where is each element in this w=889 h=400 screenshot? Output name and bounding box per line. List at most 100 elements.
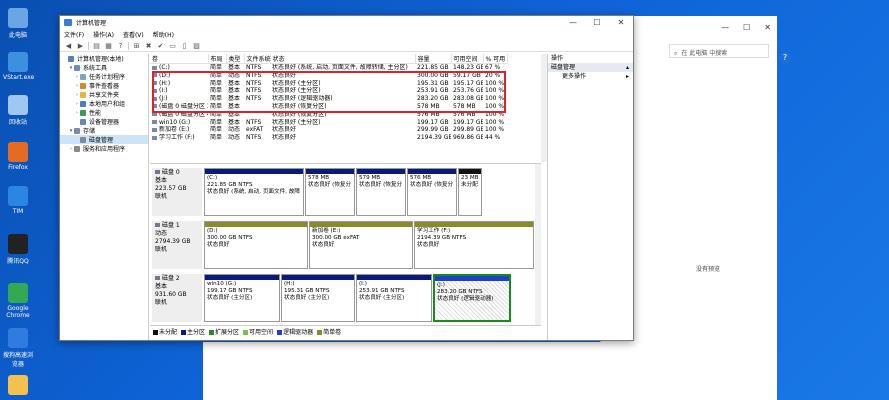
properties-icon[interactable]: ▦ (104, 42, 113, 50)
connect-icon[interactable]: ⊞ (132, 42, 141, 50)
column-header[interactable]: 卷 (150, 54, 209, 64)
partition-block[interactable]: 579 MB 状态良好 (恢复分 (356, 168, 406, 216)
desktop-icon[interactable]: 回收站 (3, 95, 33, 126)
partition-text: 579 MB (359, 175, 381, 181)
menu-item[interactable]: 文件(F) (64, 30, 84, 39)
check-icon[interactable]: ✔ (156, 42, 165, 50)
desktop-icon[interactable] (3, 375, 33, 397)
action-more-actions[interactable]: 更多操作 ▸ (548, 72, 633, 81)
tree-item[interactable]: 磁盘管理 (60, 135, 148, 144)
partition-text: 状态良好 (207, 242, 230, 248)
table-row[interactable]: 新加卷 (E:) 简单 动态 exFAT 状态良好 299.99 GB 299.89 GB 1… (150, 126, 507, 134)
cell-text: 状态良好 (272, 126, 297, 134)
disk-label-text: 基本 (155, 177, 168, 184)
help-icon[interactable]: ? (779, 52, 791, 64)
disk-label-line: 磁盘 1 (155, 222, 199, 230)
menu-item[interactable]: 操作(A) (93, 30, 114, 39)
tree-item[interactable]: › 共享文件夹 (60, 90, 148, 99)
partition-block[interactable]: (I:) 253.91 GB NTFS 状态良好 (主分区) (356, 274, 432, 322)
new-doc-icon[interactable]: ▯ (180, 42, 189, 50)
up-folder-icon[interactable]: ▤ (92, 42, 101, 50)
menu-item[interactable]: 帮助(H) (153, 30, 174, 39)
legend-swatch (153, 330, 158, 335)
partition-text: 状态良好 (主分区) (359, 295, 405, 301)
column-header[interactable]: 状态 (270, 54, 416, 64)
desktop-icon[interactable]: 腾讯QQ (3, 234, 33, 265)
column-header[interactable]: 布局 (208, 54, 227, 64)
partition-block[interactable]: 23 MB 未分配 (458, 168, 482, 216)
partition-text: 未分配 (461, 182, 478, 188)
view-icon[interactable]: ▨ (192, 42, 201, 50)
partition-block[interactable]: win10 (G:) 199.17 GB NTFS 状态良好 (主分区) (204, 274, 280, 322)
partition-block[interactable]: 578 MB 状态良好 (恢复分 (305, 168, 355, 216)
menu-item[interactable]: 查看(V) (123, 30, 144, 39)
tree-item[interactable]: 设备管理器 (60, 117, 148, 126)
help-icon[interactable]: ? (116, 42, 125, 50)
disk-label[interactable]: 磁盘 0 基本 223.57 GB 联机 (152, 168, 202, 216)
table-cell: 新加卷 (E:) (150, 126, 208, 134)
disk-label-text: 联机 (155, 299, 168, 306)
partition-block[interactable]: 新加卷 (E:) 300.00 GB exFAT 状态良好 (309, 221, 413, 269)
desktop-app-icon (8, 8, 28, 28)
tree-item[interactable]: › 本地用户和组 (60, 99, 148, 108)
desktop-icon[interactable]: 此电脑 (3, 8, 33, 39)
table-cell: NTFS (244, 119, 270, 127)
disk-label-line: 磁盘 2 (155, 275, 199, 283)
cell-text: NTFS (246, 64, 262, 71)
cell-text: 简单 (210, 134, 223, 142)
disk-icon (155, 223, 160, 227)
partition-text: (C:) (207, 175, 218, 181)
table-row[interactable]: 学习工作 (F:) 简单 动态 NTFS 状态良好 2194.39 GB 969.86 GB… (150, 134, 507, 142)
cell-text: 简单 (210, 64, 223, 71)
partition-text: 253.91 GB NTFS (359, 288, 405, 294)
bg-search-box[interactable]: ⌕ 在 此电脑 中搜索 (669, 44, 769, 58)
partition-block[interactable]: (H:) 195.31 GB NTFS 状态良好 (主分区) (281, 274, 355, 322)
partition-block[interactable]: 576 MB 状态良好 (恢复分 (407, 168, 457, 216)
desktop-icon[interactable]: 搜狗高速浏览器 (3, 328, 33, 368)
table-row[interactable]: win10 (G:) 简单 基本 NTFS 状态良好 (主分区) 199.17 GB 199… (150, 119, 507, 127)
column-header[interactable]: 文件系统 (244, 54, 271, 64)
column-header[interactable]: % 可用 (483, 54, 508, 64)
forward-arrow-icon[interactable]: ▶ (76, 42, 85, 50)
column-header[interactable]: 可用空间 (451, 54, 484, 64)
partition-block[interactable]: (J:) 283.20 GB NTFS 状态良好 (逻辑驱动器) (433, 274, 511, 322)
bg-close-button[interactable]: ✕ (764, 23, 771, 32)
disk-label-line: 动态 (155, 230, 199, 238)
desktop-icon[interactable]: VStart.exe (3, 52, 34, 81)
tree-item-label: 任务计划程序 (89, 74, 126, 81)
back-arrow-icon[interactable]: ◀ (64, 42, 73, 50)
bg-search-placeholder: 在 此电脑 中搜索 (681, 50, 728, 57)
tree-item[interactable]: ▾ 存储 (60, 126, 148, 135)
table-cell: 969.86 GB (451, 134, 483, 142)
maximize-button[interactable]: ☐ (585, 18, 609, 27)
desktop-icon[interactable]: TIM (3, 186, 33, 215)
disk-label-text: 联机 (155, 246, 168, 253)
disk-label[interactable]: 磁盘 2 基本 931.60 GB 联机 (152, 274, 202, 322)
bg-maximize-button[interactable]: ☐ (743, 23, 750, 32)
close-button[interactable]: ✕ (609, 18, 633, 27)
tree-item[interactable]: › 服务和应用程序 (60, 144, 148, 153)
delete-icon[interactable]: ✖ (144, 42, 153, 50)
partition-block[interactable]: (D:) 300.00 GB NTFS 状态良好 (204, 221, 308, 269)
column-header[interactable]: 类型 (226, 54, 245, 64)
desktop-app-icon (8, 95, 28, 115)
table-cell: 2194.39 GB (415, 134, 451, 142)
desktop-icon[interactable]: Google Chrome (3, 283, 33, 319)
bg-minimize-button[interactable]: — (721, 23, 729, 32)
tree-item[interactable]: › 事件查看器 (60, 81, 148, 90)
partition-block[interactable]: 学习工作 (F:) 2194.39 GB NTFS 状态良好 (414, 221, 534, 269)
desktop-icon[interactable]: Firefox (3, 142, 33, 171)
tree-item[interactable]: 计算机管理(本地) (60, 54, 148, 63)
tree-item[interactable]: › 任务计划程序 (60, 72, 148, 81)
open-folder-icon[interactable]: ▭ (168, 42, 177, 50)
legend-label: 未分配 (159, 329, 178, 336)
tree-item[interactable]: › 性能 (60, 108, 148, 117)
disk-label-line: 联机 (155, 246, 199, 254)
actions-section-disk-management[interactable]: 磁盘管理 ▴ (548, 63, 633, 72)
minimize-button[interactable]: — (561, 18, 585, 27)
legend: 未分配 主分区 扩展分区 可用空间 逻辑驱动器 简单卷 (150, 325, 541, 337)
tree-item[interactable]: ▾ 系统工具 (60, 63, 148, 72)
column-header[interactable]: 容量 (415, 54, 452, 64)
partition-block[interactable]: (C:) 221.85 GB NTFS 状态良好 (系统, 启动, 页面文件, 故障 (204, 168, 304, 216)
disk-label[interactable]: 磁盘 1 动态 2794.39 GB 联机 (152, 221, 202, 269)
